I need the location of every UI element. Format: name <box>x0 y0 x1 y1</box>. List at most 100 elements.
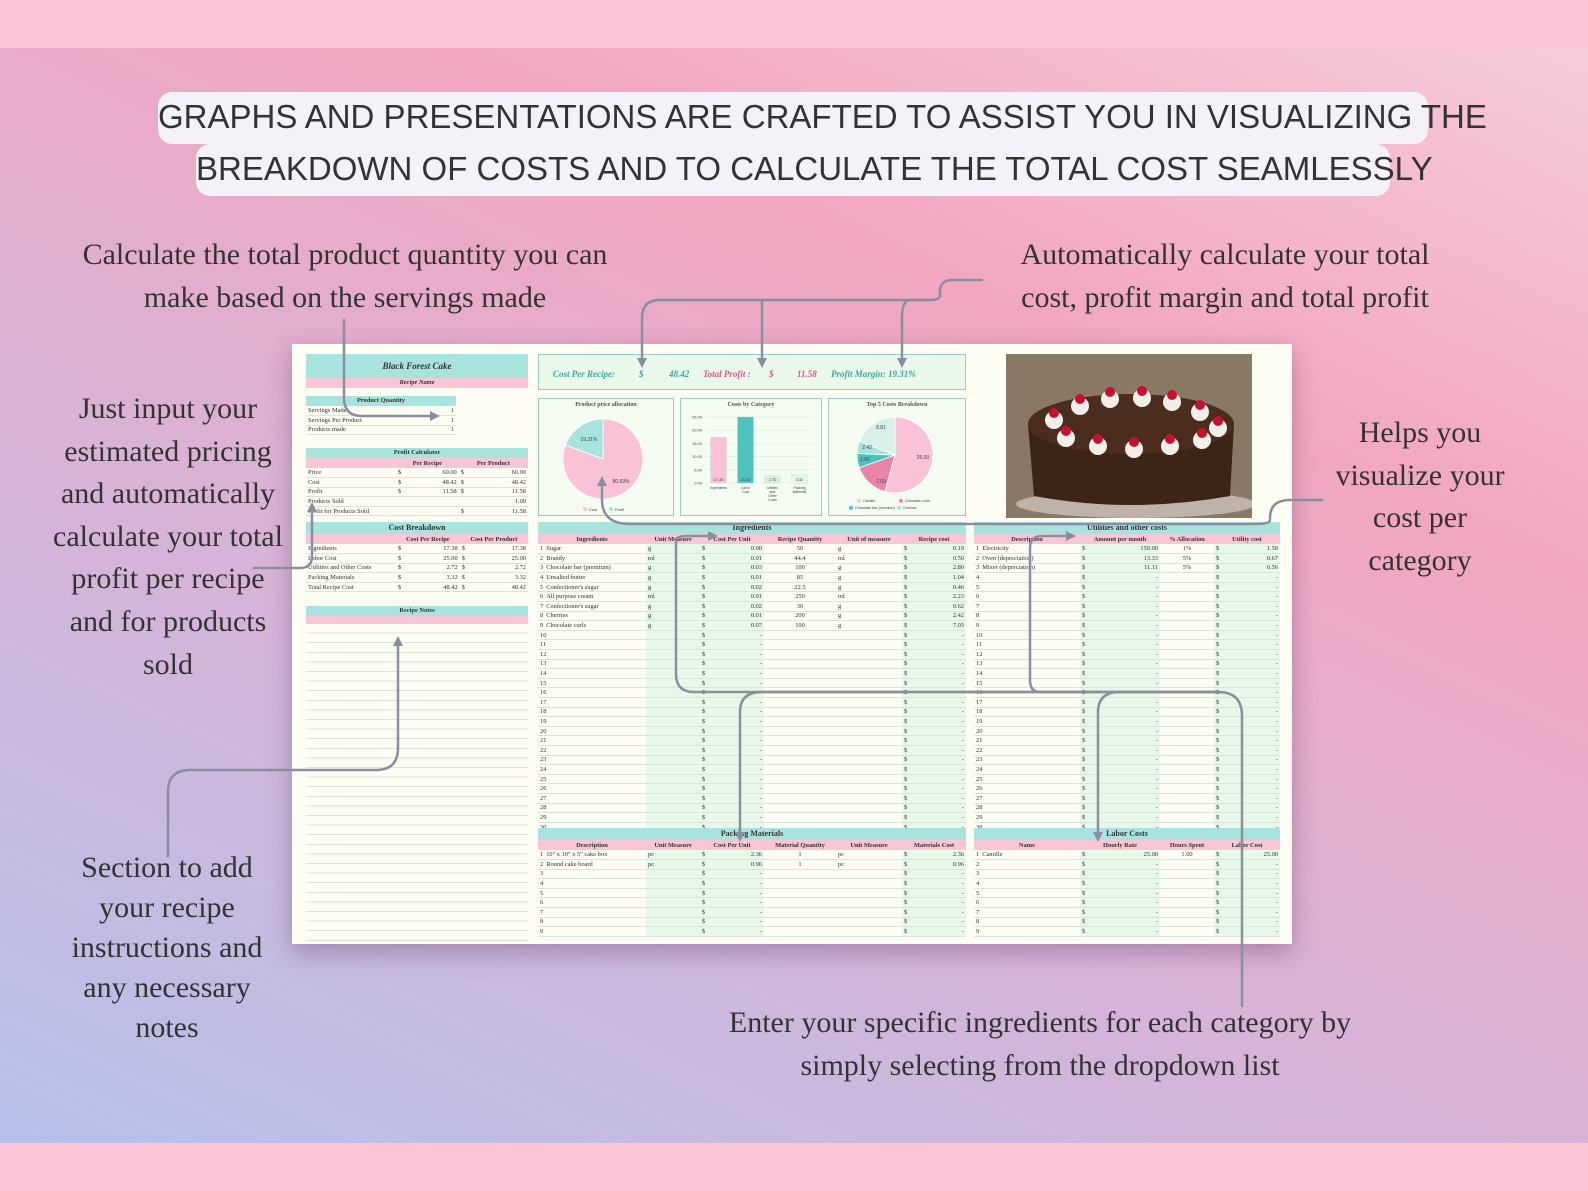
unit-measure-dropdown[interactable] <box>836 897 902 909</box>
ingredient-dropdown[interactable]: 1 Sugar <box>538 544 646 555</box>
unit-of-measure-dropdown[interactable] <box>836 803 902 814</box>
unit-of-measure-dropdown[interactable]: g <box>836 601 902 612</box>
utility-dropdown[interactable]: 10 <box>974 630 1080 641</box>
recipe-quantity-input[interactable] <box>764 803 836 814</box>
material-quantity-input[interactable]: 1 <box>764 850 836 861</box>
utility-dropdown[interactable]: 19 <box>974 716 1080 727</box>
recipe-quantity-input[interactable] <box>764 687 836 698</box>
utility-dropdown[interactable]: 5 <box>974 582 1080 593</box>
material-quantity-input[interactable]: 1 <box>764 859 836 870</box>
ingredient-dropdown[interactable]: 26 <box>538 783 646 794</box>
recipe-quantity-input[interactable] <box>764 697 836 708</box>
ingredient-dropdown[interactable]: 3 Chocolate bar (premium) <box>538 563 646 574</box>
ingredient-dropdown[interactable]: 27 <box>538 793 646 804</box>
packing-dropdown[interactable]: 2 Round cake board <box>538 859 646 870</box>
material-quantity-input[interactable] <box>764 897 836 909</box>
unit-of-measure-dropdown[interactable] <box>836 716 902 727</box>
allocation[interactable] <box>1160 764 1214 775</box>
products-sold-input[interactable]: 1.00 <box>458 496 528 507</box>
unit-of-measure-dropdown[interactable] <box>836 668 902 679</box>
allocation[interactable] <box>1160 649 1214 660</box>
packing-dropdown[interactable]: 6 <box>538 897 646 909</box>
ingredient-dropdown[interactable]: 8 Cherries <box>538 611 646 622</box>
ingredient-dropdown[interactable]: 29 <box>538 812 646 823</box>
hours-spent-input[interactable] <box>1160 917 1214 928</box>
ingredient-dropdown[interactable]: 14 <box>538 668 646 679</box>
recipe-quantity-input[interactable] <box>764 755 836 766</box>
unit-measure-dropdown[interactable]: pc <box>836 859 902 870</box>
utility-dropdown[interactable]: 9 <box>974 620 1080 631</box>
packing-dropdown[interactable]: 4 <box>538 878 646 889</box>
unit-of-measure-dropdown[interactable] <box>836 745 902 756</box>
recipe-quantity-input[interactable]: 85 <box>764 572 836 583</box>
utility-dropdown[interactable]: 27 <box>974 793 1080 804</box>
packing-dropdown[interactable]: 5 <box>538 888 646 899</box>
material-quantity-input[interactable] <box>764 907 836 918</box>
ingredient-dropdown[interactable]: 6 All purpose cream <box>538 591 646 603</box>
price-per-recipe-input[interactable]: 60.00 <box>442 469 456 476</box>
utility-dropdown[interactable]: 2 Oven (depreciation) <box>974 553 1080 564</box>
labor-dropdown[interactable]: 8 <box>974 917 1080 928</box>
unit-of-measure-dropdown[interactable] <box>836 764 902 775</box>
unit-of-measure-dropdown[interactable] <box>836 774 902 785</box>
allocation[interactable] <box>1160 783 1214 794</box>
utility-dropdown[interactable]: 4 <box>974 572 1080 583</box>
unit-of-measure-dropdown[interactable]: g <box>836 611 902 622</box>
ingredient-dropdown[interactable]: 12 <box>538 649 646 660</box>
unit-measure-dropdown[interactable] <box>836 907 902 918</box>
hours-spent-input[interactable] <box>1160 897 1214 909</box>
utility-dropdown[interactable]: 7 <box>974 601 1080 612</box>
unit-measure-dropdown[interactable] <box>836 869 902 880</box>
recipe-quantity-input[interactable] <box>764 630 836 641</box>
hours-spent-input[interactable]: 1.00 <box>1160 850 1214 861</box>
recipe-quantity-input[interactable] <box>764 639 836 651</box>
material-quantity-input[interactable] <box>764 926 836 937</box>
labor-dropdown[interactable]: 1 Camille <box>974 850 1080 861</box>
utility-dropdown[interactable]: 6 <box>974 591 1080 603</box>
recipe-quantity-input[interactable] <box>764 793 836 804</box>
ingredient-dropdown[interactable]: 19 <box>538 716 646 727</box>
unit-of-measure-dropdown[interactable] <box>836 630 902 641</box>
packing-dropdown[interactable]: 1 10" x 10" x 5" cake box <box>538 850 646 861</box>
labor-dropdown[interactable]: 3 <box>974 869 1080 880</box>
packing-dropdown[interactable]: 3 <box>538 869 646 880</box>
utility-dropdown[interactable]: 15 <box>974 678 1080 689</box>
recipe-quantity-input[interactable]: 250 <box>764 591 836 603</box>
utility-dropdown[interactable]: 24 <box>974 764 1080 775</box>
allocation[interactable] <box>1160 630 1214 641</box>
ingredient-dropdown[interactable]: 20 <box>538 726 646 737</box>
labor-dropdown[interactable]: 9 <box>974 926 1080 937</box>
unit-measure-dropdown[interactable] <box>836 926 902 937</box>
utility-dropdown[interactable]: 14 <box>974 668 1080 679</box>
recipe-quantity-input[interactable] <box>764 783 836 794</box>
ingredient-dropdown[interactable]: 17 <box>538 697 646 708</box>
unit-of-measure-dropdown[interactable]: g <box>836 620 902 631</box>
utility-dropdown[interactable]: 25 <box>974 774 1080 785</box>
ingredient-dropdown[interactable]: 11 <box>538 639 646 651</box>
material-quantity-input[interactable] <box>764 869 836 880</box>
labor-dropdown[interactable]: 6 <box>974 897 1080 909</box>
allocation[interactable] <box>1160 735 1214 746</box>
hours-spent-input[interactable] <box>1160 878 1214 889</box>
unit-of-measure-dropdown[interactable] <box>836 793 902 804</box>
allocation[interactable] <box>1160 745 1214 756</box>
allocation[interactable] <box>1160 582 1214 593</box>
unit-of-measure-dropdown[interactable] <box>836 735 902 746</box>
recipe-quantity-input[interactable] <box>764 735 836 746</box>
ingredient-dropdown[interactable]: 16 <box>538 687 646 698</box>
material-quantity-input[interactable] <box>764 878 836 889</box>
recipe-quantity-input[interactable]: 22.5 <box>764 582 836 593</box>
unit-of-measure-dropdown[interactable]: ml <box>836 591 902 603</box>
recipe-quantity-input[interactable]: 30 <box>764 601 836 612</box>
recipe-quantity-input[interactable] <box>764 745 836 756</box>
unit-of-measure-dropdown[interactable] <box>836 755 902 766</box>
allocation[interactable] <box>1160 697 1214 708</box>
recipe-quantity-input[interactable]: 100 <box>764 620 836 631</box>
ingredient-dropdown[interactable]: 18 <box>538 707 646 718</box>
ingredient-dropdown[interactable]: 22 <box>538 745 646 756</box>
material-quantity-input[interactable] <box>764 917 836 928</box>
recipe-quantity-input[interactable] <box>764 812 836 823</box>
unit-of-measure-dropdown[interactable] <box>836 783 902 794</box>
recipe-quantity-input[interactable] <box>764 774 836 785</box>
utility-dropdown[interactable]: 22 <box>974 745 1080 756</box>
